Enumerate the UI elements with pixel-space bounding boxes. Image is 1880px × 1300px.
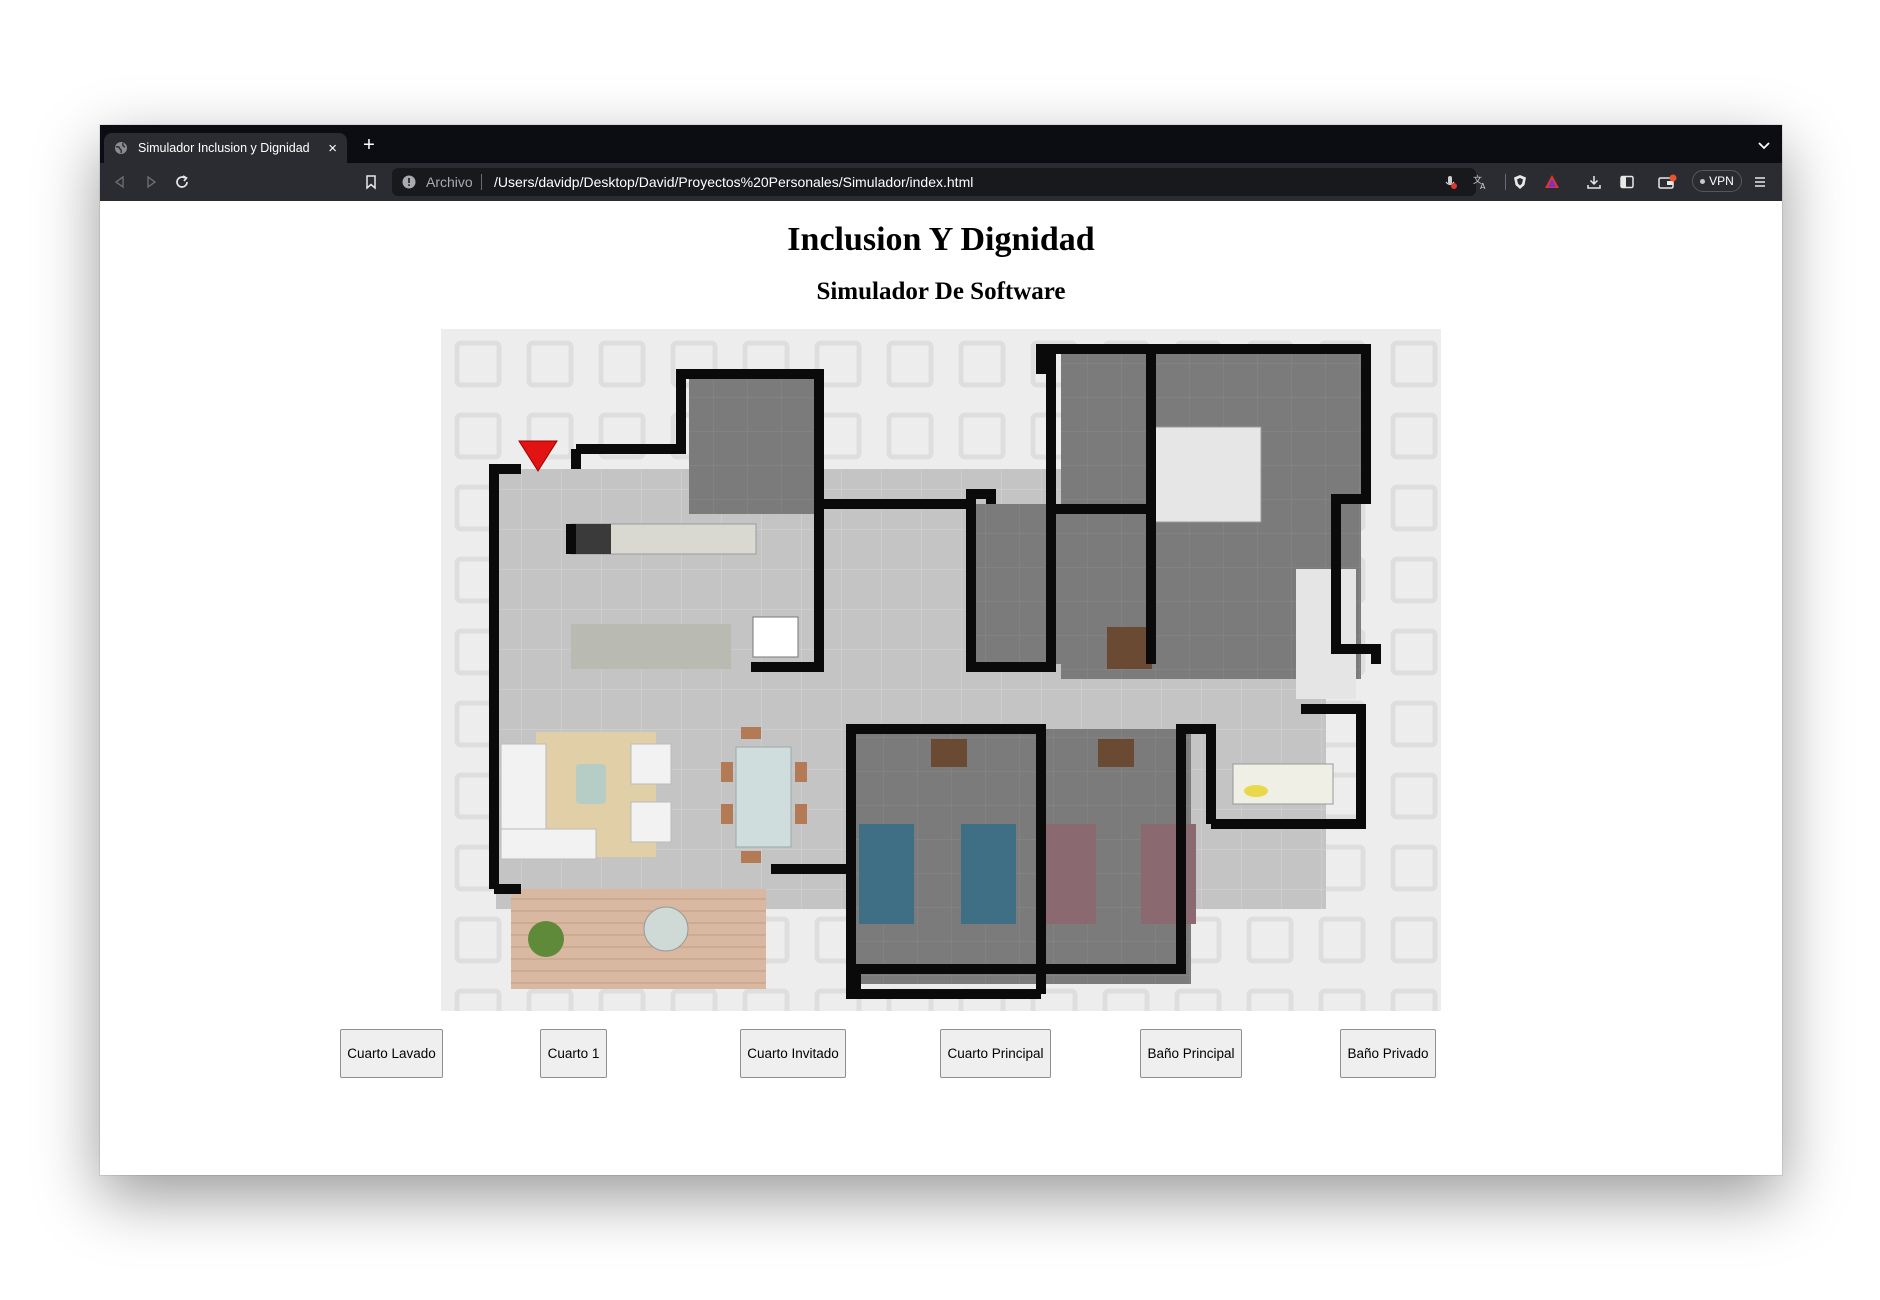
info-icon[interactable] [402,175,416,189]
url-separator [481,174,482,190]
translate-icon[interactable]: 文 A [1472,174,1488,190]
cuarto-invitado-button[interactable]: Cuarto Invitado [740,1029,846,1078]
brave-rewards-icon[interactable] [1544,174,1560,190]
active-tab[interactable]: Simulador Inclusion y Dignidad × [104,133,347,163]
address-bar[interactable]: Archivo /Users/davidp/Desktop/David/Proy… [392,168,1559,196]
new-tab-button[interactable]: + [358,134,380,156]
browser-toolbar: Archivo /Users/davidp/Desktop/David/Proy… [100,163,1782,201]
tab-close-icon[interactable]: × [328,141,337,156]
forward-arrow-icon[interactable] [143,174,159,190]
bano-privado-button[interactable]: Baño Privado [1340,1029,1436,1078]
vpn-button[interactable]: VPN [1692,170,1742,192]
download-icon[interactable] [1586,174,1602,190]
cuarto-lavado-button[interactable]: Cuarto Lavado [340,1029,443,1078]
hamburger-menu-icon[interactable] [1752,174,1768,190]
chevron-down-icon[interactable] [1756,137,1772,153]
mic-blocked-icon[interactable] [1442,174,1458,190]
tab-bar: Simulador Inclusion y Dignidad × + [100,125,1782,163]
bookmark-icon[interactable] [363,174,379,190]
bano-principal-button[interactable]: Baño Principal [1140,1029,1242,1078]
svg-text:A: A [1480,182,1486,190]
vpn-label: VPN [1709,174,1734,188]
globe-icon [115,142,127,154]
browser-window: Simulador Inclusion y Dignidad × + Archi… [100,125,1782,1175]
cuarto-principal-button[interactable]: Cuarto Principal [940,1029,1051,1078]
sidebar-icon[interactable] [1619,174,1635,190]
page-subtitle: Simulador De Software [816,278,1066,305]
vpn-status-dot [1700,178,1706,184]
page-title: Inclusion Y Dignidad [787,221,1095,258]
page-content: Inclusion Y Dignidad Simulador De Softwa… [100,201,1782,1175]
back-arrow-icon[interactable] [112,174,128,190]
url-scheme: Archivo [426,174,473,190]
wallet-icon[interactable] [1658,174,1678,190]
url-divider [1505,174,1506,190]
floor-plan-image [441,329,1441,1011]
reload-icon[interactable] [174,174,190,190]
cuarto-1-button[interactable]: Cuarto 1 [540,1029,607,1078]
tab-title: Simulador Inclusion y Dignidad [138,141,310,155]
brave-shield-icon[interactable] [1512,174,1528,190]
url-text[interactable]: /Users/davidp/Desktop/David/Proyectos%20… [494,174,973,190]
